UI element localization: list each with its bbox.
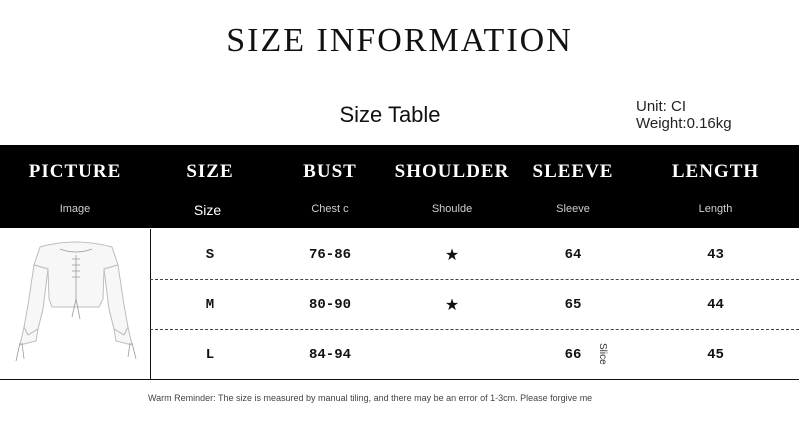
header-picture: PICTURE <box>28 161 122 182</box>
cell-length: 45 <box>707 347 724 363</box>
header-bust-sub: Chest c <box>311 203 349 215</box>
table-row-m: M 80-90 ★ 65 44 <box>150 279 799 330</box>
page-title: SIZE INFORMATION <box>226 22 573 59</box>
header-sleeve-sub: Sleeve <box>556 203 590 215</box>
cell-sleeve: 66 <box>564 347 582 363</box>
white-top-icon <box>15 241 137 362</box>
table-bottom-divider <box>0 379 799 380</box>
cell-size: L <box>205 347 215 363</box>
cell-sleeve: 64 <box>564 247 582 263</box>
cell-bust: 84-94 <box>308 347 351 363</box>
header-size: SIZE <box>186 161 234 182</box>
table-row-s: S 76-86 ★ 64 43 <box>150 229 799 280</box>
cell-size: S <box>205 247 215 263</box>
cell-bust: 80-90 <box>308 297 351 313</box>
table-row-l: L 84-94 Slice 66 45 <box>150 329 799 379</box>
header-length-sub: Length <box>698 203 733 215</box>
star-icon: ★ <box>444 245 460 264</box>
header-length: LENGTH <box>671 161 760 182</box>
header-size-sub: Size <box>193 202 222 218</box>
unit-info: Unit: CI Weight:0.16kg <box>636 98 732 132</box>
weight-label: Weight:0.16kg <box>636 115 732 132</box>
table-header: PICTURE Image SIZE Size BUST Chest c SHO… <box>0 145 799 228</box>
warm-reminder: Warm Reminder: The size is measured by m… <box>148 393 593 403</box>
header-picture-sub: Image <box>59 203 91 215</box>
cell-bust: 76-86 <box>308 247 351 263</box>
product-image <box>0 229 151 379</box>
unit-label: Unit: CI <box>636 98 687 115</box>
cell-length: 43 <box>707 247 724 263</box>
cell-length: 44 <box>707 297 724 313</box>
header-sleeve: SLEEVE <box>532 161 614 182</box>
header-shoulder-sub: Shoulde <box>431 203 473 215</box>
header-bust: BUST <box>303 161 357 182</box>
header-shoulder: SHOULDER <box>394 161 510 182</box>
star-icon: ★ <box>444 295 460 314</box>
size-table: S 76-86 ★ 64 43 M 80-90 ★ 65 44 L 84-94 … <box>0 229 799 379</box>
cell-sleeve: 65 <box>564 297 582 313</box>
cell-size: M <box>205 297 215 313</box>
